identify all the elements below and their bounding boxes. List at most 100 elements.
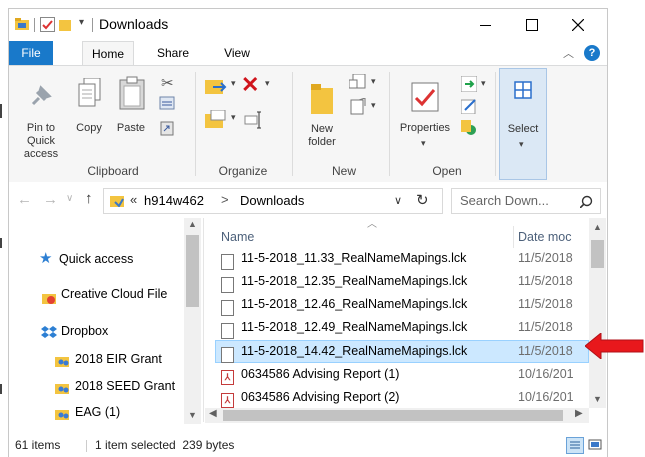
edit-icon[interactable] xyxy=(460,98,477,115)
file-date: 11/5/2018 xyxy=(518,320,573,334)
properties-dropdown-icon[interactable]: ▾ xyxy=(421,138,426,149)
pane-divider[interactable] xyxy=(203,218,204,422)
table-row[interactable]: 11-5-2018_12.46_RealNameMapings.lck 11/5… xyxy=(215,293,587,316)
status-divider xyxy=(86,440,87,452)
clipboard-group-label: Clipboard xyxy=(87,164,139,178)
table-row[interactable]: 11-5-2018_11.33_RealNameMapings.lck 11/5… xyxy=(215,247,587,270)
breadcrumb-overflow[interactable]: « xyxy=(130,192,137,207)
help-icon[interactable]: ? xyxy=(584,45,600,61)
large-icons-view-icon xyxy=(588,439,602,450)
table-row-selected[interactable]: 11-5-2018_14.42_RealNameMapings.lck 11/5… xyxy=(215,340,589,363)
paste-shortcut-icon[interactable] xyxy=(160,120,174,136)
table-row[interactable]: ⅄ 0634586 Advising Report (1) 10/16/201 xyxy=(215,363,587,386)
copy-to-icon[interactable] xyxy=(205,109,229,130)
scroll-down-icon[interactable]: ▼ xyxy=(593,394,602,404)
file-name: 11-5-2018_12.49_RealNameMapings.lck xyxy=(241,320,468,334)
new-group-label: New xyxy=(331,164,356,178)
table-row[interactable]: 11-5-2018_12.35_RealNameMapings.lck 11/5… xyxy=(215,270,587,295)
column-header-name[interactable]: Name xyxy=(221,230,254,244)
organize-group-label: Organize xyxy=(218,164,268,178)
up-icon[interactable]: ↑ xyxy=(85,190,93,207)
breadcrumb-downloads[interactable]: Downloads xyxy=(240,193,304,208)
search-icon xyxy=(580,195,593,208)
nav-label: Creative Cloud File xyxy=(61,287,168,301)
open-icon[interactable] xyxy=(460,75,478,93)
horizontal-scrollbar[interactable]: ◀ ▶ xyxy=(205,408,589,423)
move-dropdown-icon[interactable]: ▾ xyxy=(231,78,236,89)
history-icon[interactable] xyxy=(461,120,477,136)
quick-access-dropdown-icon[interactable]: ▾ xyxy=(79,17,84,28)
collapse-ribbon-icon[interactable]: ︿ xyxy=(563,45,574,61)
sort-indicator-icon: ︿ xyxy=(367,219,377,230)
document-icon xyxy=(221,273,234,295)
large-icons-view-button[interactable] xyxy=(587,437,603,452)
scroll-left-icon[interactable]: ◀ xyxy=(209,408,217,419)
cut-icon[interactable]: ✂ xyxy=(161,74,174,92)
table-row[interactable]: ⅄ 0634586 Advising Report (2) 10/16/201 xyxy=(215,386,587,409)
easy-access-icon[interactable] xyxy=(349,97,369,116)
delete-dropdown-icon[interactable]: ▾ xyxy=(265,78,270,89)
tab-share[interactable]: Share xyxy=(151,41,195,65)
address-dropdown-icon[interactable]: ∨ xyxy=(394,194,402,207)
easy-access-dropdown-icon[interactable]: ▾ xyxy=(371,100,376,111)
scroll-thumb[interactable] xyxy=(223,410,563,421)
file-date: 11/5/2018 xyxy=(518,274,573,288)
scroll-down-icon[interactable]: ▼ xyxy=(188,410,197,420)
tab-view[interactable]: View xyxy=(217,41,257,65)
selection-info: 1 item selected 239 bytes xyxy=(95,438,235,452)
close-button[interactable] xyxy=(555,9,601,41)
column-divider[interactable] xyxy=(513,226,514,248)
paste-button[interactable]: Paste xyxy=(111,70,151,140)
new-folder-icon xyxy=(311,84,333,114)
ribbon-home: Pin to Quick access Copy Paste ✂ Clipboa… xyxy=(9,65,607,183)
details-view-button[interactable] xyxy=(566,437,584,454)
maximize-button[interactable] xyxy=(509,9,555,41)
scroll-up-icon[interactable]: ▲ xyxy=(593,222,602,232)
copy-to-dropdown-icon[interactable]: ▾ xyxy=(231,112,236,123)
scroll-thumb[interactable] xyxy=(591,240,604,268)
table-row[interactable]: 11-5-2018_12.49_RealNameMapings.lck 11/5… xyxy=(215,316,587,339)
open-dropdown-icon[interactable]: ▾ xyxy=(481,78,486,89)
file-name: 11-5-2018_12.46_RealNameMapings.lck xyxy=(241,297,468,311)
breadcrumb-separator[interactable]: > xyxy=(221,192,229,207)
copy-icon xyxy=(78,78,101,107)
tab-home[interactable]: Home xyxy=(82,41,134,66)
copy-button[interactable]: Copy xyxy=(71,70,107,140)
new-item-dropdown-icon[interactable]: ▾ xyxy=(371,76,376,87)
properties-check-icon[interactable] xyxy=(40,17,55,32)
nav-label: EAG (1) xyxy=(75,405,121,419)
tab-file[interactable]: File xyxy=(9,41,53,65)
search-box[interactable]: Search Down... xyxy=(451,188,601,214)
title-bar: ▾ Downloads xyxy=(9,9,607,41)
new-folder-quick-icon[interactable] xyxy=(59,18,71,31)
address-bar[interactable]: « h914w462 > Downloads ∨ ↻ xyxy=(103,188,443,214)
column-header-date[interactable]: Date moc xyxy=(518,230,572,244)
refresh-icon[interactable]: ↻ xyxy=(416,191,429,209)
forward-icon[interactable]: → xyxy=(43,191,58,208)
properties-button[interactable]: Properties ▾ xyxy=(395,70,455,160)
new-item-icon[interactable] xyxy=(348,73,369,92)
file-date: 10/16/201 xyxy=(518,390,574,404)
ribbon-tabs: File Home Share View ︿ ? xyxy=(9,41,607,66)
navigation-scrollbar[interactable]: ▲ ▼ xyxy=(184,218,201,424)
select-button[interactable]: Select ▾ xyxy=(499,68,547,180)
new-folder-button[interactable]: New folder xyxy=(299,70,345,158)
shared-folder-icon xyxy=(55,379,71,394)
scroll-thumb[interactable] xyxy=(186,235,199,307)
recent-locations-icon[interactable]: ∨ xyxy=(66,193,73,204)
minimize-button[interactable] xyxy=(463,9,509,41)
status-bar: 61 items 1 item selected 239 bytes xyxy=(9,434,607,457)
breadcrumb-h914w462[interactable]: h914w462 xyxy=(144,193,204,208)
file-date: 10/16/201 xyxy=(518,367,574,381)
rename-icon[interactable] xyxy=(244,110,262,130)
scroll-up-icon[interactable]: ▲ xyxy=(188,219,197,229)
copy-path-icon[interactable] xyxy=(159,96,175,110)
search-input[interactable]: Search Down... xyxy=(460,193,549,208)
move-to-icon[interactable] xyxy=(205,76,229,96)
pin-to-quick-access-button[interactable]: Pin to Quick access xyxy=(15,70,67,160)
delete-icon[interactable]: ✕ xyxy=(241,72,259,98)
scroll-right-icon[interactable]: ▶ xyxy=(575,408,583,419)
back-icon[interactable]: ← xyxy=(17,191,32,208)
edge-mark xyxy=(0,238,2,248)
file-list-scrollbar[interactable]: ▲ ▼ xyxy=(589,218,606,408)
